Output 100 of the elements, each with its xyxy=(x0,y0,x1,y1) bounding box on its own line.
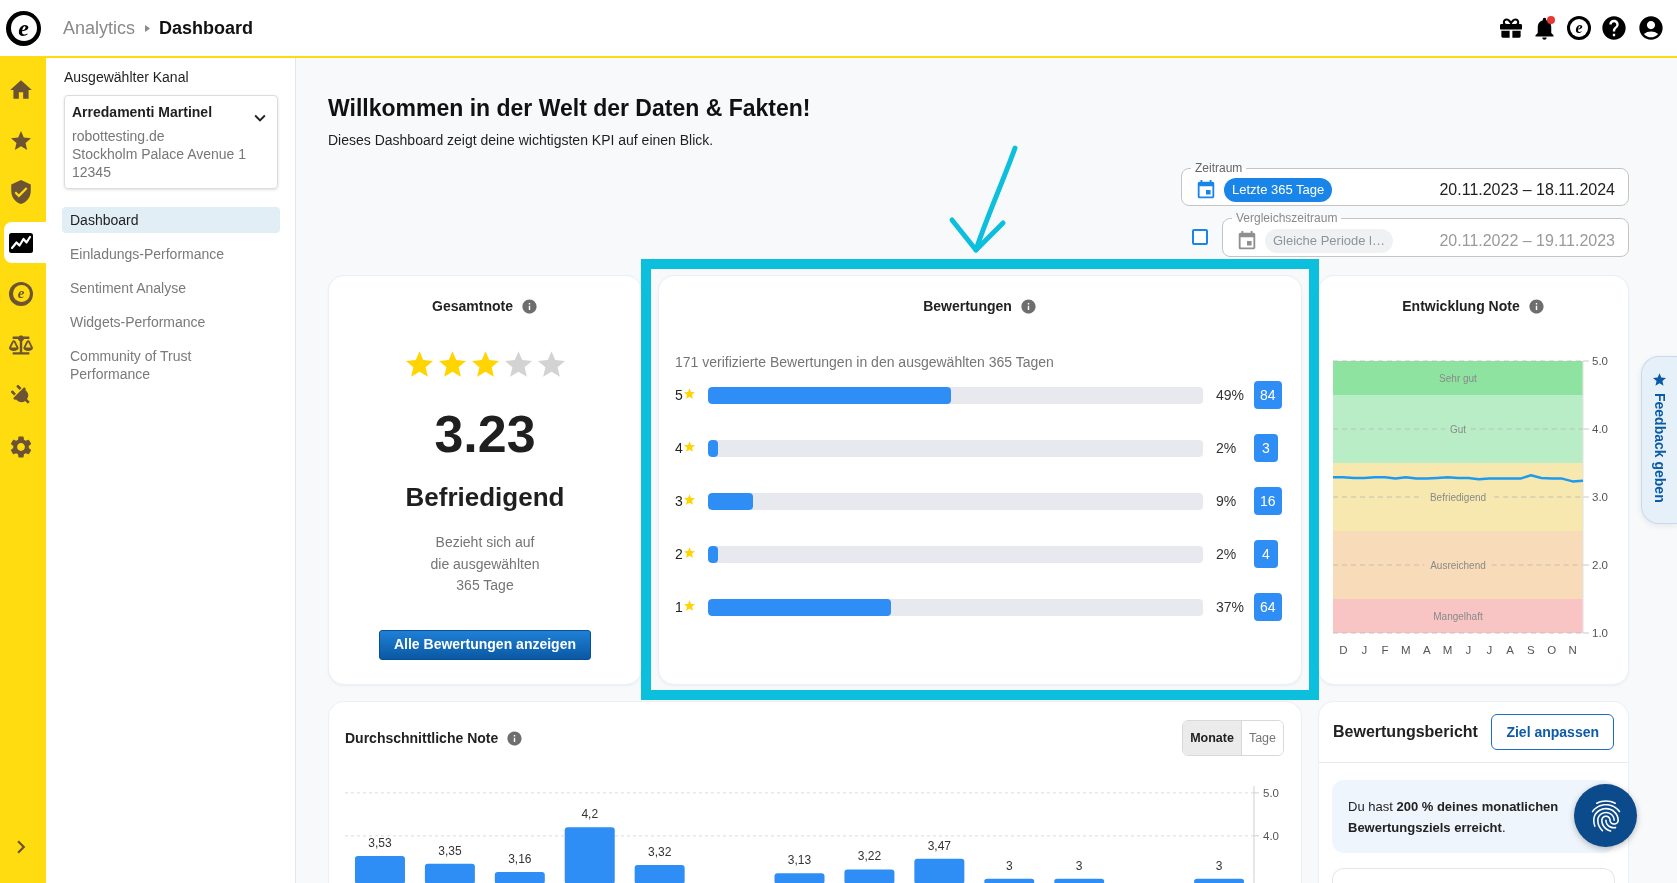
bar xyxy=(634,865,685,883)
feedback-tab[interactable]: Feedback geben xyxy=(1641,356,1677,524)
x-axis-label: A xyxy=(1506,644,1514,656)
value-label: 3 xyxy=(1005,858,1013,873)
band-label: Befriedigend xyxy=(1429,491,1487,503)
count-badge: 3 xyxy=(1254,434,1278,462)
channel-detail: 12345 xyxy=(72,163,112,181)
y-axis-label: 5.0 xyxy=(1263,786,1279,799)
card-title: Bewertungen xyxy=(923,296,1012,316)
bar xyxy=(1054,878,1105,883)
rail-nav-button[interactable]: e xyxy=(4,273,46,314)
x-axis-label: J xyxy=(1486,644,1493,656)
breadcrumb-separator-icon xyxy=(145,24,151,32)
value-label: 3,32 xyxy=(647,845,672,860)
card-title: Durchschnittliche Note xyxy=(345,728,499,748)
star-icon xyxy=(683,440,695,452)
y-axis-label: 5.0 xyxy=(1592,355,1608,367)
reviews-summary: 171 verifizierte Bewertungen in den ausgewählten 365 Tagen xyxy=(674,353,1055,372)
channel-select[interactable]: Arredamenti Martinel robottesting.de Stockholm Palace Avenue 1 12345 xyxy=(64,95,278,189)
bar xyxy=(774,873,825,883)
breadcrumb-link[interactable]: Analytics xyxy=(63,14,136,42)
star-icon xyxy=(683,599,695,611)
balance-scale-icon xyxy=(9,333,33,356)
account-icon[interactable] xyxy=(1637,14,1665,42)
value-label: 4,2 xyxy=(581,807,599,822)
star-icon xyxy=(405,351,433,377)
sidebar-nav-item[interactable]: Einladungs-Performance xyxy=(62,241,280,267)
info-icon[interactable] xyxy=(1019,297,1037,315)
info-icon[interactable] xyxy=(520,297,538,315)
sidebar-nav-item[interactable]: Community of Trust Performance xyxy=(62,343,280,387)
adjust-goal-button[interactable]: Ziel anpassen xyxy=(1491,714,1614,750)
value-label: 3,35 xyxy=(438,843,462,858)
toggle-option[interactable]: Monate xyxy=(1183,721,1241,755)
percent-label: 2% xyxy=(1216,438,1238,458)
bar xyxy=(564,827,615,883)
star-icon xyxy=(683,493,695,505)
shield-check-icon xyxy=(8,178,34,205)
value-label: 3,22 xyxy=(857,849,882,864)
bar xyxy=(494,871,545,883)
brand-logo[interactable]: e xyxy=(6,10,41,46)
x-axis-label: M xyxy=(1401,644,1411,656)
info-icon[interactable] xyxy=(1527,297,1545,315)
star-icon xyxy=(537,351,565,377)
sidebar-nav-item[interactable]: Dashboard xyxy=(62,207,280,233)
value-label: 3 xyxy=(1075,858,1083,873)
logo-icon[interactable]: e xyxy=(1567,16,1591,40)
x-axis-label: D xyxy=(1339,644,1348,656)
date-range-field[interactable]: Zeitraum Letzte 365 Tage 20.11.2023 – 18.11.2024 xyxy=(1181,161,1629,206)
band-label: Mangelhaft xyxy=(1433,610,1483,622)
rating-label: 3 xyxy=(675,491,683,511)
page-subtitle: Dieses Dashboard zeigt deine wichtigsten KPI auf einen Blick. xyxy=(328,131,715,150)
star-icon xyxy=(683,387,695,399)
count-badge: 84 xyxy=(1254,381,1282,409)
card-title: Entwicklung Note xyxy=(1402,296,1520,316)
count-badge: 4 xyxy=(1254,540,1278,568)
rating-label: 5 xyxy=(675,385,683,405)
star-icon xyxy=(504,351,532,377)
star-icon xyxy=(11,131,31,150)
gift-icon[interactable] xyxy=(1500,17,1522,39)
channel-name: Arredamenti Martinel xyxy=(72,103,214,121)
x-axis-label: J xyxy=(1361,644,1368,656)
preset-chip[interactable]: Letzte 365 Tage xyxy=(1224,178,1333,202)
x-axis-label: A xyxy=(1422,644,1431,656)
info-icon[interactable] xyxy=(506,729,524,747)
date-range-text: 20.11.2022 – 19.11.2023 xyxy=(1439,230,1615,251)
x-axis-label: M xyxy=(1442,644,1453,656)
sidebar-nav-item[interactable]: Sentiment Analyse xyxy=(62,275,280,301)
x-axis-label: F xyxy=(1381,644,1389,656)
bar xyxy=(354,856,405,883)
calendar-icon xyxy=(1195,179,1217,201)
toggle-option[interactable]: Tage xyxy=(1240,721,1283,755)
rating-grade: Befriedigend xyxy=(405,481,565,513)
percent-label: 37% xyxy=(1216,597,1246,617)
rating-score: 3.23 xyxy=(434,406,536,462)
star-icon xyxy=(683,546,695,558)
value-label: 3,47 xyxy=(927,838,952,853)
breadcrumb-current: Dashboard xyxy=(159,16,254,40)
band-label: Sehr gut xyxy=(1439,372,1477,384)
value-label: 3,13 xyxy=(787,853,812,868)
help-icon[interactable] xyxy=(1600,14,1628,42)
card-title: Bewertungsbericht xyxy=(1333,722,1478,742)
y-axis-label: 2.0 xyxy=(1592,559,1608,571)
date-range-text: 20.11.2023 – 18.11.2024 xyxy=(1439,180,1615,200)
rating-label: 2 xyxy=(675,544,683,564)
line-chart-icon xyxy=(9,232,33,253)
star-icon xyxy=(471,351,499,377)
bar xyxy=(1194,878,1245,883)
star-icon xyxy=(438,351,466,377)
star-icon xyxy=(1653,373,1666,386)
channel-label: Ausgewählter Kanal xyxy=(64,68,190,86)
card-title: Gesamtnote xyxy=(432,296,513,316)
y-axis-label: 4.0 xyxy=(1592,423,1608,435)
bar xyxy=(914,858,965,883)
y-axis-label: 4.0 xyxy=(1263,829,1279,842)
goal-message: Du hast 200 % deines monatlichen Bewertungsziels erreicht. xyxy=(1348,797,1560,837)
rating-label: 1 xyxy=(675,597,683,617)
sidebar-nav-item[interactable]: Widgets-Performance xyxy=(62,309,280,335)
value-label: 3,53 xyxy=(368,836,392,851)
rail-nav-button[interactable] xyxy=(4,222,46,263)
show-all-reviews-button[interactable]: Alle Bewertungen anzeigen xyxy=(378,629,591,660)
